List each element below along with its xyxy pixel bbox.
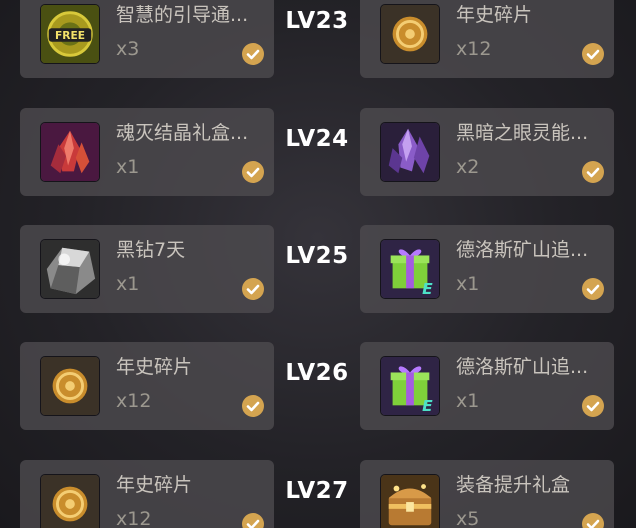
reward-row: FREE 智慧的引导通... x3 LV23 年史碎片 x12	[0, 0, 636, 80]
item-name: 黑暗之眼灵能...	[456, 122, 589, 144]
treasure-chest-icon	[380, 474, 440, 528]
level-label: LV25	[285, 243, 349, 269]
free-label: FREE	[55, 29, 85, 42]
claimed-check-icon	[582, 513, 604, 528]
item-name: 年史碎片	[116, 356, 193, 378]
e-badge: E	[422, 280, 433, 298]
claimed-check-icon	[582, 161, 604, 183]
claimed-check-icon	[242, 278, 264, 300]
item-quantity: x3	[116, 38, 140, 60]
claimed-check-icon	[582, 278, 604, 300]
claimed-check-icon	[242, 43, 264, 65]
reward-row: 黑钻7天 x1 LV25 E 德洛斯矿山追... x1	[0, 225, 636, 315]
item-quantity: x2	[456, 156, 480, 178]
red-crystal-icon	[40, 122, 100, 182]
item-quantity: x1	[456, 273, 480, 295]
free-gear-icon: FREE	[40, 4, 100, 64]
item-name: 智慧的引导通...	[116, 4, 249, 26]
reward-card[interactable]: FREE 智慧的引导通... x3	[20, 0, 274, 78]
coin-icon	[40, 474, 100, 528]
item-name: 德洛斯矿山追...	[456, 239, 589, 261]
item-name: 魂灭结晶礼盒...	[116, 122, 249, 144]
e-badge: E	[422, 397, 433, 415]
claimed-check-icon	[242, 161, 264, 183]
reward-row: 年史碎片 x12 LV27 装备提升礼盒 x5	[0, 460, 636, 528]
reward-card[interactable]: E 德洛斯矿山追... x1	[360, 342, 614, 430]
reward-row: 魂灭结晶礼盒... x1 LV24 黑暗之眼灵能... x2	[0, 108, 636, 198]
item-quantity: x12	[116, 508, 152, 528]
claimed-check-icon	[582, 43, 604, 65]
item-name: 年史碎片	[456, 4, 533, 26]
item-quantity: x1	[456, 390, 480, 412]
claimed-check-icon	[242, 513, 264, 528]
gift-box-icon: E	[380, 239, 440, 299]
item-quantity: x1	[116, 156, 140, 178]
item-quantity: x12	[456, 38, 492, 60]
coin-icon	[40, 356, 100, 416]
reward-card[interactable]: 黑钻7天 x1	[20, 225, 274, 313]
reward-card[interactable]: E 德洛斯矿山追... x1	[360, 225, 614, 313]
reward-row: 年史碎片 x12 LV26 E 德洛斯矿山追... x1	[0, 342, 636, 432]
reward-card[interactable]: 年史碎片 x12	[20, 460, 274, 528]
item-quantity: x5	[456, 508, 480, 528]
level-label: LV23	[285, 8, 349, 34]
level-label: LV26	[285, 360, 349, 386]
reward-card[interactable]: 装备提升礼盒 x5	[360, 460, 614, 528]
item-name: 装备提升礼盒	[456, 474, 571, 496]
purple-crystal-icon	[380, 122, 440, 182]
item-name: 德洛斯矿山追...	[456, 356, 589, 378]
reward-card[interactable]: 黑暗之眼灵能... x2	[360, 108, 614, 196]
coin-icon	[380, 4, 440, 64]
reward-card[interactable]: 魂灭结晶礼盒... x1	[20, 108, 274, 196]
item-quantity: x1	[116, 273, 140, 295]
level-label: LV24	[285, 126, 349, 152]
item-quantity: x12	[116, 390, 152, 412]
gift-box-icon: E	[380, 356, 440, 416]
claimed-check-icon	[582, 395, 604, 417]
black-diamond-icon	[40, 239, 100, 299]
reward-card[interactable]: 年史碎片 x12	[20, 342, 274, 430]
claimed-check-icon	[242, 395, 264, 417]
reward-card[interactable]: 年史碎片 x12	[360, 0, 614, 78]
item-name: 黑钻7天	[116, 239, 186, 261]
item-name: 年史碎片	[116, 474, 193, 496]
level-label: LV27	[285, 478, 349, 504]
